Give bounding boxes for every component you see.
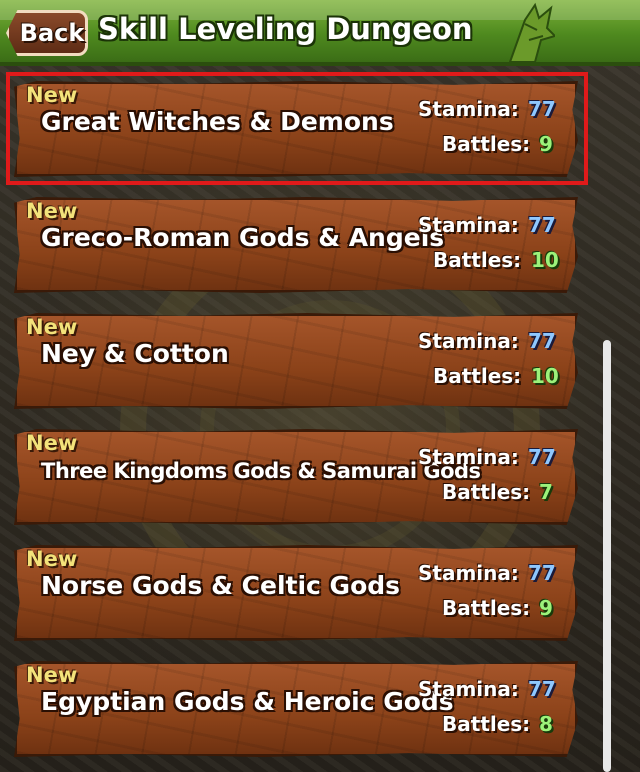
dungeon-item-egyptian-heroic[interactable]: New Egyptian Gods & Heroic Gods Stamina:…: [14, 657, 578, 760]
dungeon-item-three-kingdoms[interactable]: New Three Kingdoms Gods & Samurai Gods S…: [14, 425, 578, 528]
stamina-value: 77: [528, 213, 556, 237]
battles-value: 8: [539, 712, 553, 736]
stamina-value: 77: [528, 561, 556, 585]
header-bar: Back Skill Leveling Dungeon: [0, 0, 640, 66]
dungeon-item-ney-cotton[interactable]: New Ney & Cotton Stamina: 77 Battles: 10: [14, 309, 578, 412]
new-badge: New: [26, 663, 78, 687]
dungeon-item-greco-roman[interactable]: New Greco-Roman Gods & Angels Stamina: 7…: [14, 193, 578, 296]
page-title: Skill Leveling Dungeon: [98, 12, 473, 46]
selection-highlight: [6, 72, 588, 185]
battles-value: 10: [531, 248, 559, 272]
dungeon-name: Three Kingdoms Gods & Samurai Gods: [41, 459, 481, 483]
back-button[interactable]: Back: [6, 10, 88, 56]
new-badge: New: [26, 547, 78, 571]
new-badge: New: [26, 431, 78, 455]
battles-label: Battles:: [442, 712, 531, 736]
stamina-label: Stamina:: [418, 329, 519, 353]
dragon-wing-icon: [508, 2, 555, 63]
back-button-label: Back: [19, 19, 85, 47]
battles-label: Battles:: [433, 248, 522, 272]
dungeon-name: Greco-Roman Gods & Angels: [41, 223, 445, 252]
dungeon-name: Ney & Cotton: [41, 339, 229, 368]
battles-value: 9: [539, 596, 553, 620]
battles-value: 7: [539, 480, 553, 504]
battles-value: 10: [531, 364, 559, 388]
new-badge: New: [26, 199, 78, 223]
dungeon-item-norse-celtic[interactable]: New Norse Gods & Celtic Gods Stamina: 77…: [14, 541, 578, 644]
stamina-value: 77: [528, 677, 556, 701]
battles-label: Battles:: [442, 596, 531, 620]
scrollbar[interactable]: [603, 340, 611, 772]
stamina-value: 77: [528, 329, 556, 353]
stamina-label: Stamina:: [418, 677, 519, 701]
stamina-label: Stamina:: [418, 213, 519, 237]
dungeon-name: Egyptian Gods & Heroic Gods: [41, 687, 454, 716]
stamina-value: 77: [528, 445, 556, 469]
battles-label: Battles:: [442, 480, 531, 504]
new-badge: New: [26, 315, 78, 339]
stamina-label: Stamina:: [418, 445, 519, 469]
dungeon-name: Norse Gods & Celtic Gods: [41, 571, 401, 600]
battles-label: Battles:: [433, 364, 522, 388]
stamina-label: Stamina:: [418, 561, 519, 585]
